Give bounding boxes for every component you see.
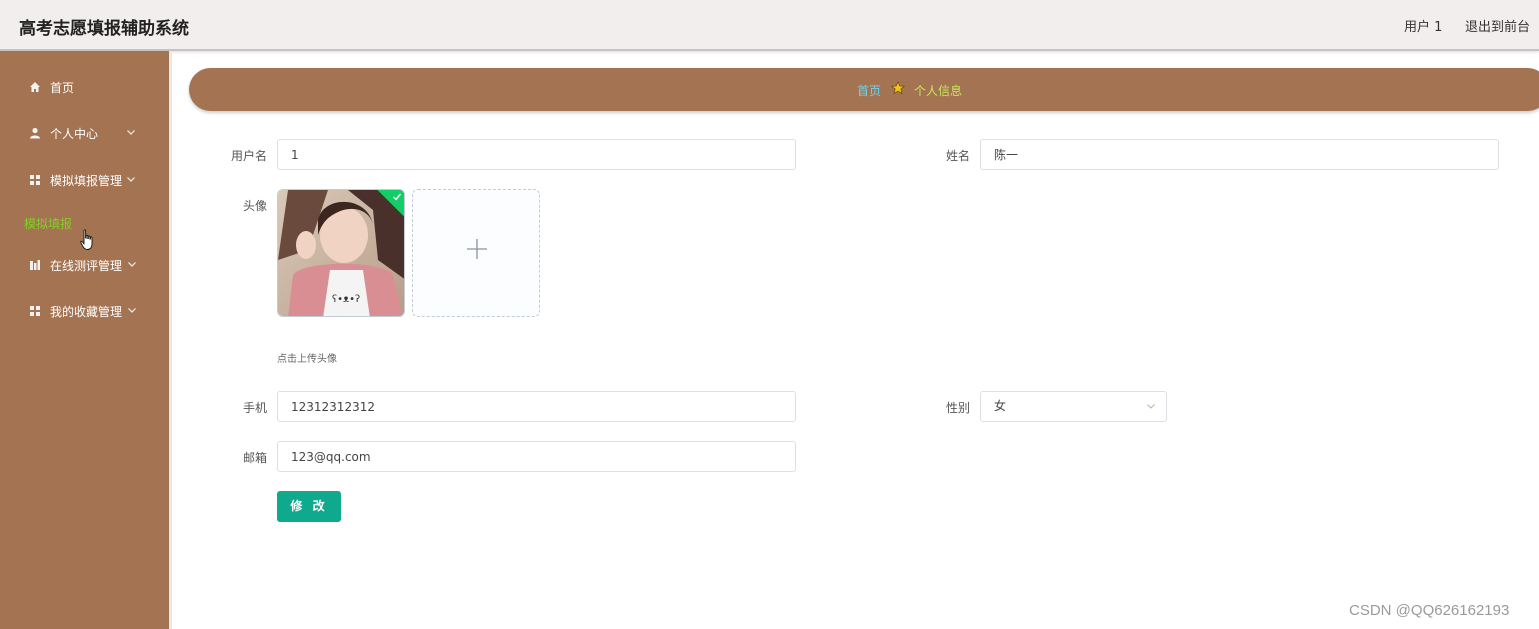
chevron-down-icon bbox=[127, 177, 135, 182]
phone-label: 手机 bbox=[242, 401, 267, 415]
upload-avatar-button[interactable] bbox=[412, 189, 540, 317]
sidebar-item-personal-center[interactable]: 个人中心 bbox=[0, 118, 169, 148]
sidebar-item-label: 我的收藏管理 bbox=[50, 305, 123, 319]
breadcrumb: 首页 个人信息 bbox=[189, 68, 1539, 111]
sidebar-item-my-favorites-management[interactable]: 我的收藏管理 bbox=[0, 296, 169, 326]
sidebar-item-label: 在线测评管理 bbox=[50, 259, 123, 273]
exit-to-frontend-link[interactable]: 退出到前台 bbox=[1465, 16, 1530, 35]
sidebar-item-home[interactable]: 首页 bbox=[0, 72, 169, 102]
username-field[interactable] bbox=[277, 139, 796, 170]
chart-icon bbox=[30, 260, 40, 270]
chevron-down-icon bbox=[1147, 404, 1155, 409]
sidebar-divider bbox=[169, 51, 172, 629]
check-icon bbox=[393, 193, 402, 201]
mouse-pointer-icon bbox=[80, 229, 93, 250]
sidebar-item-label: 个人中心 bbox=[50, 127, 99, 141]
username-label: 用户名 bbox=[230, 149, 267, 163]
svg-text:ʕ•ᴥ•ʔ: ʕ•ᴥ•ʔ bbox=[332, 294, 360, 305]
name-label: 姓名 bbox=[945, 149, 970, 163]
email-field[interactable] bbox=[277, 441, 796, 472]
gender-selected-value: 女 bbox=[994, 399, 1007, 413]
watermark: CSDN @QQ626162193 bbox=[1349, 602, 1510, 619]
sidebar-subitem-mock-filling[interactable]: 模拟填报 bbox=[24, 215, 72, 232]
gender-select[interactable]: 女 bbox=[980, 391, 1167, 422]
plus-icon bbox=[467, 239, 487, 259]
star-icon bbox=[891, 81, 905, 95]
app-title: 高考志愿填报辅助系统 bbox=[19, 19, 189, 39]
phone-field[interactable] bbox=[277, 391, 796, 422]
sidebar-item-label: 首页 bbox=[50, 81, 75, 95]
avatar-image[interactable]: ʕ•ᴥ•ʔ bbox=[277, 189, 405, 317]
home-icon bbox=[30, 82, 40, 92]
upload-hint: 点击上传头像 bbox=[277, 354, 337, 365]
gender-label: 性别 bbox=[945, 401, 970, 415]
breadcrumb-current: 个人信息 bbox=[914, 84, 963, 98]
name-field[interactable] bbox=[980, 139, 1499, 170]
modify-button[interactable]: 修 改 bbox=[277, 491, 341, 522]
email-label: 邮箱 bbox=[242, 451, 267, 465]
chevron-down-icon bbox=[128, 308, 136, 313]
grid-icon bbox=[30, 175, 40, 185]
sidebar-item-label: 模拟填报管理 bbox=[50, 174, 123, 188]
top-bar: 高考志愿填报辅助系统 用户 1 退出到前台 bbox=[0, 0, 1539, 51]
user-icon bbox=[30, 127, 40, 139]
current-user-label[interactable]: 用户 1 bbox=[1404, 16, 1442, 35]
chevron-down-icon bbox=[127, 130, 135, 135]
sidebar-item-online-assessment-management[interactable]: 在线测评管理 bbox=[0, 250, 169, 280]
breadcrumb-home-link[interactable]: 首页 bbox=[857, 82, 881, 99]
sidebar-item-mock-filling-management[interactable]: 模拟填报管理 bbox=[0, 165, 169, 195]
grid-icon bbox=[30, 306, 40, 316]
avatar-photo: ʕ•ᴥ•ʔ bbox=[278, 190, 404, 316]
avatar-label: 头像 bbox=[242, 199, 267, 213]
chevron-down-icon bbox=[128, 262, 136, 267]
